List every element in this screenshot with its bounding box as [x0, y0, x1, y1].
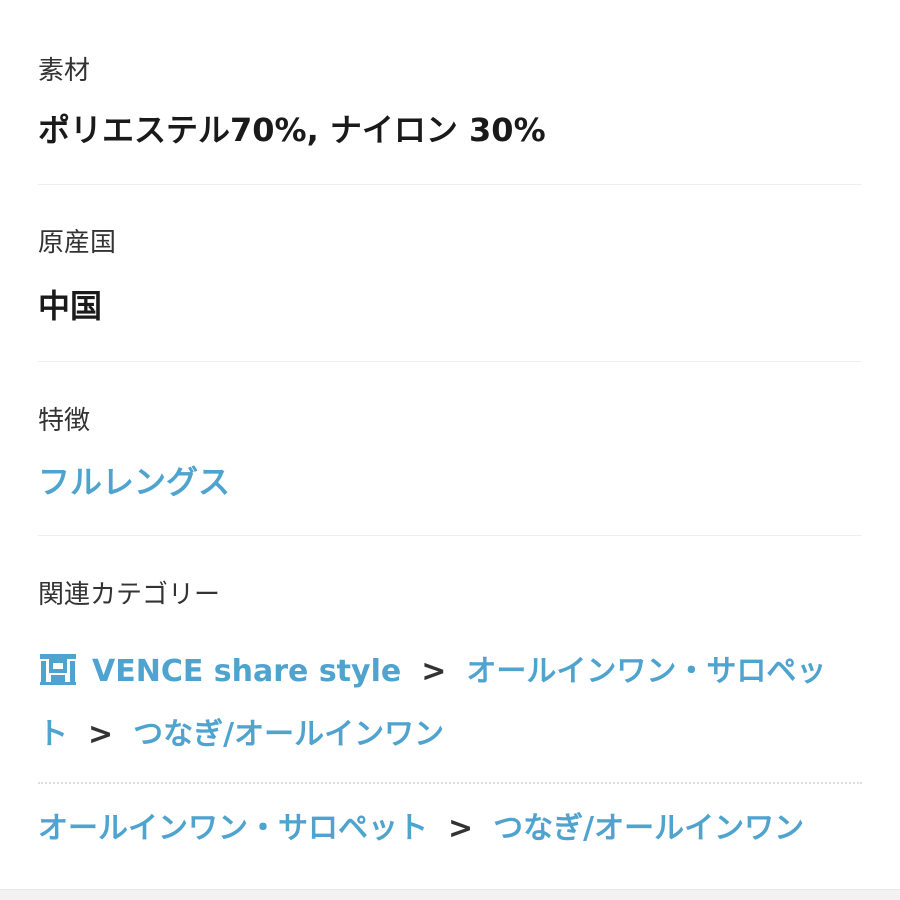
- divider: [38, 361, 862, 362]
- features-label: 特徴: [38, 406, 91, 436]
- breadcrumb-category-link[interactable]: オールインワン・サロペッ: [466, 654, 826, 689]
- material-section: 素材: [38, 58, 862, 84]
- breadcrumb-category-link-continued[interactable]: ト: [38, 717, 68, 752]
- breadcrumb-path-1-continued: ト > つなぎ/オールインワン: [38, 720, 862, 750]
- material-value-row: ポリエステル70%, ナイロン 30%: [38, 114, 862, 146]
- material-value: ポリエステル70%, ナイロン 30%: [38, 111, 546, 149]
- bottom-bar: [0, 889, 900, 900]
- divider: [38, 184, 862, 185]
- categories-section: 関連カテゴリー: [38, 582, 862, 608]
- store-icon: [40, 654, 76, 685]
- breadcrumb-path-1: VENCE share style > オールインワン・サロペッ: [38, 652, 862, 687]
- features-value-row: フルレングス: [38, 466, 862, 498]
- dotted-divider: [38, 782, 862, 784]
- breadcrumb-path-2: オールインワン・サロペット > つなぎ/オールインワン: [38, 814, 862, 844]
- breadcrumb-store-link[interactable]: VENCE share style: [92, 654, 401, 689]
- breadcrumb-category-link[interactable]: オールインワン・サロペット: [38, 811, 428, 846]
- material-label: 素材: [38, 56, 91, 86]
- breadcrumb-separator: >: [421, 654, 447, 689]
- breadcrumb-subcategory-link[interactable]: つなぎ/オールインワン: [493, 811, 804, 846]
- origin-value-row: 中国: [38, 290, 862, 322]
- breadcrumb-subcategory-link[interactable]: つなぎ/オールインワン: [133, 717, 444, 752]
- breadcrumb-separator: >: [448, 811, 474, 846]
- features-link[interactable]: フルレングス: [38, 466, 862, 498]
- origin-label: 原産国: [38, 228, 117, 258]
- categories-label: 関連カテゴリー: [38, 580, 221, 610]
- breadcrumb-separator: >: [88, 717, 114, 752]
- divider: [38, 535, 862, 536]
- origin-section: 原産国: [38, 230, 862, 256]
- features-section: 特徴: [38, 408, 862, 434]
- origin-value: 中国: [38, 287, 103, 325]
